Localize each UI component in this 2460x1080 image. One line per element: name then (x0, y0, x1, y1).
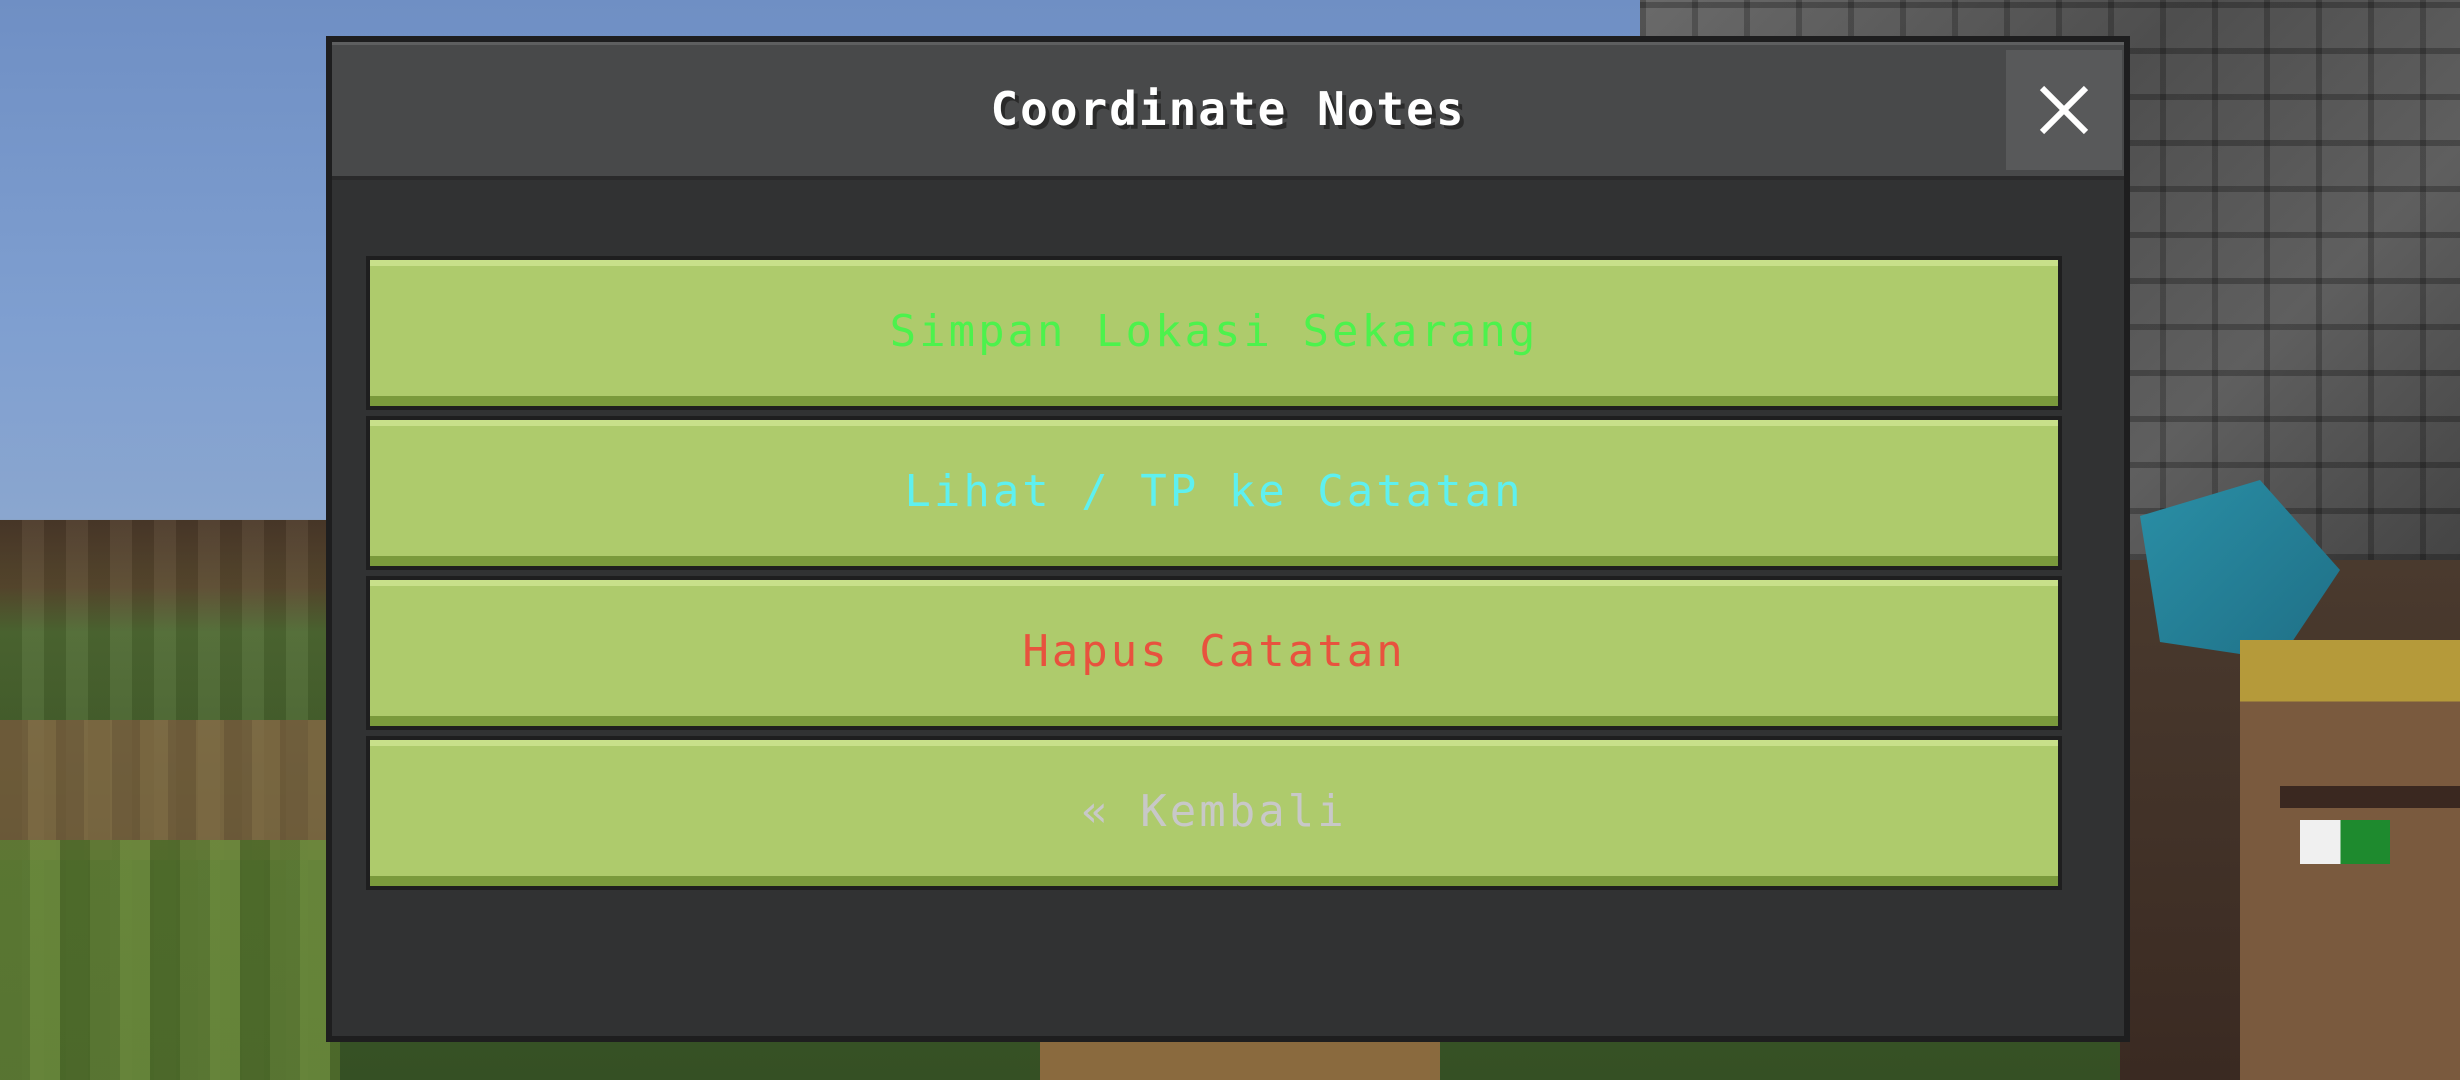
delete-notes-button[interactable]: Hapus Catatan (366, 576, 2062, 730)
dialog-header: Coordinate Notes (332, 42, 2124, 180)
close-button[interactable] (2006, 50, 2122, 170)
delete-notes-label: Hapus Catatan (1022, 626, 1406, 677)
villager-eye (2300, 820, 2390, 864)
save-location-button[interactable]: Simpan Lokasi Sekarang (366, 256, 2062, 410)
view-teleport-notes-button[interactable]: Lihat / TP ke Catatan (366, 416, 2062, 570)
coordinate-notes-dialog: Coordinate Notes Simpan Lokasi Sekarang … (326, 36, 2130, 1042)
back-label: « Kembali (1081, 786, 1347, 837)
back-button[interactable]: « Kembali (366, 736, 2062, 890)
dialog-title: Coordinate Notes (990, 82, 1466, 136)
dirt-block-bottom (1040, 1040, 1440, 1080)
dirt-path-left (0, 720, 340, 860)
close-icon (2039, 85, 2089, 135)
view-teleport-label: Lihat / TP ke Catatan (904, 466, 1524, 517)
tall-grass-left (0, 840, 340, 1080)
save-location-label: Simpan Lokasi Sekarang (889, 306, 1539, 357)
menu-button-list: Simpan Lokasi Sekarang Lihat / TP ke Cat… (366, 256, 2062, 896)
villager-brow (2280, 786, 2460, 808)
